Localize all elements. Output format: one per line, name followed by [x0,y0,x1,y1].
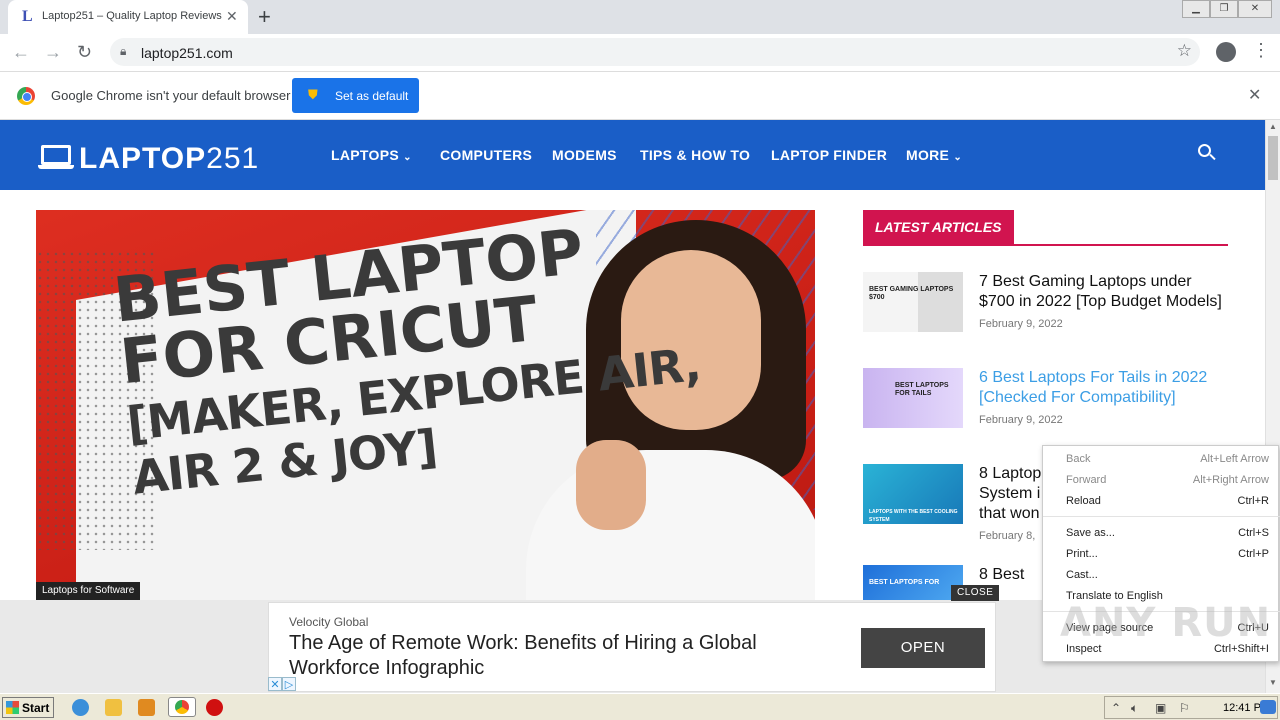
menu-item-back[interactable]: Back Alt+Left Arrow [1043,449,1280,470]
action-center-flag-icon[interactable]: ⚐ [1179,701,1190,715]
menu-separator [1043,516,1280,517]
adchoices-icons[interactable]: ✕ ▷ [268,677,296,691]
new-tab-button[interactable]: + [258,4,271,30]
forward-arrow-icon[interactable]: → [44,42,62,63]
network-icon[interactable]: ▣ [1155,701,1166,715]
article-date: February 8, [979,530,1036,542]
nav-tips-how-to[interactable]: TIPS & HOW TO [640,147,750,163]
scroll-up-arrow-icon[interactable]: ▲ [1269,122,1277,131]
article-date: February 9, 2022 [979,414,1063,426]
menu-item-reload[interactable]: Reload Ctrl+R [1043,491,1280,512]
site-favicon-icon: L [22,8,33,25]
bookmark-star-icon[interactable]: ☆ [1177,41,1192,61]
minimize-button[interactable]: ▁ [1182,0,1210,18]
article-title[interactable]: 8 Laptop System i that won [979,464,1043,524]
window-close-button[interactable]: ✕ [1238,0,1272,18]
ad-advertiser: Velocity Global [289,615,369,629]
shield-icon: ⛊ [308,87,318,102]
scroll-down-arrow-icon[interactable]: ▼ [1269,678,1277,687]
article-title[interactable]: 6 Best Laptops For Tails in 2022 [Checke… [979,368,1229,408]
tray-expand-icon[interactable]: ⌃ [1111,701,1121,715]
chrome-logo-icon [17,87,35,105]
folder-icon[interactable] [105,699,122,716]
article-item[interactable]: BEST GAMING LAPTOPS $700 7 Best Gaming L… [863,272,1228,332]
chrome-icon [175,700,189,714]
set-as-default-button[interactable]: ⛊ Set as default [292,78,419,113]
internet-explorer-icon[interactable] [72,699,89,716]
set-as-default-label: Set as default [335,89,409,103]
browser-tab[interactable]: L Laptop251 – Quality Laptop Reviews ✕ [8,0,248,34]
tab-strip: L Laptop251 – Quality Laptop Reviews ✕ +… [0,0,1280,34]
article-title[interactable]: 7 Best Gaming Laptops under $700 in 2022… [979,272,1229,312]
nav-more[interactable]: MORE ⌄ [906,147,962,163]
system-tray: ⌃ 🔈︎ ▣ ⚐ 12:41 PM [1104,696,1278,719]
restore-button[interactable]: ❐ [1210,0,1238,18]
chrome-menu-icon[interactable]: ⋮ [1252,40,1270,61]
article-item[interactable]: BEST LAPTOPS FOR TAILS 6 Best Laptops Fo… [863,368,1228,428]
ad-close-icon[interactable]: ✕ [268,677,282,691]
profile-avatar-icon[interactable] [1216,42,1236,62]
show-desktop-icon[interactable] [1260,700,1276,714]
lock-icon[interactable]: 🔒︎ [120,44,126,59]
article-thumbnail[interactable]: BEST LAPTOPS FOR TAILS [863,368,963,428]
laptop-logo-icon [38,145,74,169]
adchoices-icon[interactable]: ▷ [282,677,296,691]
hero-category-tag[interactable]: Laptops for Software [36,582,141,600]
back-arrow-icon[interactable]: ← [12,42,30,63]
logo-text: LAPTOP251 [79,142,260,175]
nav-laptops[interactable]: LAPTOPS ⌄ [331,147,412,163]
chevron-down-icon: ⌄ [953,152,963,163]
ad-close-button[interactable]: CLOSE [951,585,1000,601]
article-thumbnail[interactable]: LAPTOPS WITH THE BEST COOLING SYSTEM [863,464,963,524]
nav-computers[interactable]: COMPUTERS [440,147,532,163]
ad-open-button[interactable]: OPEN [861,628,985,668]
infobar-message: Google Chrome isn't your default browser [51,88,291,103]
anyrun-watermark: ANY RUN [1060,600,1272,646]
article-thumbnail[interactable]: BEST GAMING LAPTOPS $700 [863,272,963,332]
tab-title: Laptop251 – Quality Laptop Reviews [42,10,222,22]
menu-item-forward[interactable]: Forward Alt+Right Arrow [1043,470,1280,491]
media-player-icon[interactable] [138,699,155,716]
menu-item-cast[interactable]: Cast... [1043,565,1280,586]
ad-title[interactable]: The Age of Remote Work: Benefits of Hiri… [289,631,829,681]
article-date: February 9, 2022 [979,318,1063,330]
infobar-close-icon[interactable]: ✕ [1248,85,1261,105]
windows-taskbar: Start ⌃ 🔈︎ ▣ ⚐ 12:41 PM [0,693,1280,720]
search-icon[interactable] [1198,144,1216,164]
default-browser-infobar: Google Chrome isn't your default browser… [0,72,1280,120]
article-thumbnail[interactable]: BEST LAPTOPS FOR [863,565,963,600]
volume-icon[interactable]: 🔈︎ [1131,701,1138,716]
scrollbar-thumb[interactable] [1268,136,1278,180]
nav-laptop-finder[interactable]: LAPTOP FINDER [771,147,887,163]
latest-articles-header: LATEST ARTICLES [863,210,1228,246]
site-header: LAPTOP251 LAPTOPS ⌄ COMPUTERS MODEMS TIP… [0,120,1265,190]
browser-toolbar: ← → ↻ 🔒︎ laptop251.com ☆ ⋮ [0,34,1280,72]
windows-logo-icon [6,701,19,714]
latest-articles-label: LATEST ARTICLES [863,210,1014,244]
nav-modems[interactable]: MODEMS [552,147,617,163]
reload-icon[interactable]: ↻ [77,42,92,63]
url-text[interactable]: laptop251.com [141,45,233,61]
tab-close-icon[interactable]: ✕ [226,8,238,25]
hero-featured-image[interactable]: BEST LAPTOP FOR CRICUT [MAKER, EXPLORE A… [36,210,815,600]
chevron-down-icon: ⌄ [403,152,412,163]
stop-icon[interactable] [206,699,223,716]
ad-banner[interactable]: Velocity Global The Age of Remote Work: … [268,602,996,692]
address-bar[interactable]: 🔒︎ laptop251.com ☆ [110,38,1200,66]
menu-item-print[interactable]: Print... Ctrl+P [1043,544,1280,565]
start-button[interactable]: Start [2,697,54,718]
chrome-taskbar-button[interactable] [168,697,196,717]
menu-item-save-as[interactable]: Save as... Ctrl+S [1043,523,1280,544]
